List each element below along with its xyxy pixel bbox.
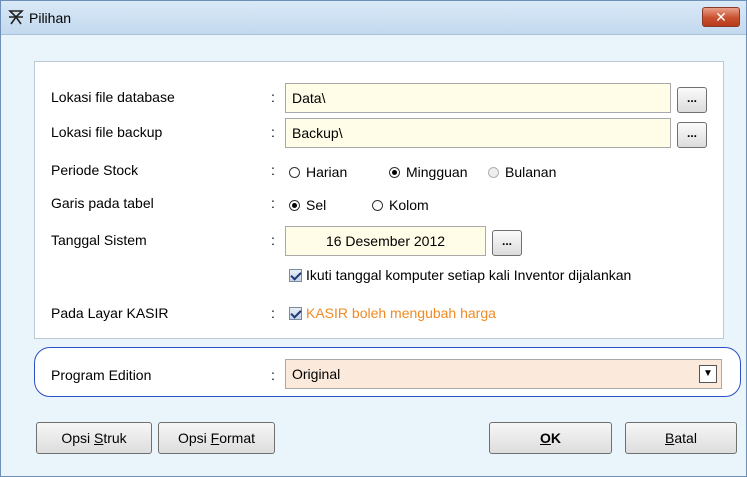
kasir-change-price-checkbox[interactable]: KASIR boleh mengubah harga bbox=[289, 305, 496, 321]
db-location-label: Lokasi file database bbox=[51, 89, 175, 105]
opsi-format-button[interactable]: Opsi Format bbox=[158, 422, 275, 454]
checkbox-checked-icon bbox=[289, 268, 302, 282]
button-label: Opsi bbox=[177, 430, 211, 446]
stock-period-mingguan-radio[interactable]: Mingguan bbox=[389, 164, 468, 180]
opsi-struk-button[interactable]: Opsi Struk bbox=[36, 422, 152, 454]
colon: : bbox=[271, 367, 275, 383]
colon: : bbox=[271, 305, 275, 321]
kasir-screen-label: Pada Layar KASIR bbox=[51, 305, 169, 321]
kasir-change-price-label: KASIR boleh mengubah harga bbox=[306, 305, 496, 321]
radio-label: Harian bbox=[306, 164, 348, 180]
radio-label: Sel bbox=[306, 197, 327, 213]
table-lines-kolom-radio[interactable]: Kolom bbox=[372, 197, 429, 213]
radio-label: Kolom bbox=[389, 197, 429, 213]
window-title: Pilihan bbox=[29, 10, 72, 26]
follow-computer-date-checkbox[interactable]: Ikuti tanggal komputer setiap kali Inven… bbox=[289, 267, 631, 283]
db-browse-button[interactable]: ... bbox=[677, 87, 707, 113]
stock-period-label: Periode Stock bbox=[51, 162, 139, 178]
radio-button-selected-icon bbox=[389, 166, 400, 178]
program-edition-select[interactable]: Original ▼ bbox=[285, 359, 722, 389]
radio-label: Mingguan bbox=[406, 164, 468, 180]
backup-browse-button[interactable]: ... bbox=[677, 122, 707, 148]
backup-location-label: Lokasi file backup bbox=[51, 124, 163, 140]
checkbox-checked-icon bbox=[289, 306, 302, 320]
dropdown-arrow-icon[interactable]: ▼ bbox=[699, 365, 717, 383]
stock-period-bulanan-radio[interactable]: Bulanan bbox=[488, 164, 556, 180]
options-dialog: Pilihan ✕ Lokasi file database : Data\ .… bbox=[0, 0, 747, 477]
ok-button[interactable]: OK bbox=[489, 422, 612, 454]
title-bar[interactable]: Pilihan ✕ bbox=[1, 1, 746, 35]
backup-location-input[interactable]: Backup\ bbox=[285, 118, 671, 148]
batal-button[interactable]: Batal bbox=[625, 422, 737, 454]
button-label: K bbox=[550, 430, 561, 446]
stock-period-harian-radio[interactable]: Harian bbox=[289, 164, 347, 180]
radio-button-icon bbox=[488, 166, 499, 178]
radio-button-icon bbox=[289, 166, 300, 178]
radio-button-selected-icon bbox=[289, 199, 300, 211]
table-lines-sel-radio[interactable]: Sel bbox=[289, 197, 326, 213]
button-accelerator: O bbox=[539, 430, 551, 446]
radio-label: Bulanan bbox=[505, 164, 557, 180]
colon: : bbox=[271, 89, 275, 105]
button-label: Opsi bbox=[61, 430, 94, 446]
button-accelerator: B bbox=[665, 430, 675, 446]
table-lines-label: Garis pada tabel bbox=[51, 195, 154, 211]
program-edition-value: Original bbox=[292, 366, 341, 382]
button-label: atal bbox=[674, 430, 697, 446]
date-picker-button[interactable]: ... bbox=[492, 230, 522, 256]
db-location-input[interactable]: Data\ bbox=[285, 83, 671, 113]
button-accelerator: F bbox=[210, 430, 220, 446]
button-label: ormat bbox=[219, 430, 256, 446]
program-edition-label: Program Edition bbox=[51, 367, 152, 383]
system-date-label: Tanggal Sistem bbox=[51, 232, 147, 248]
close-button[interactable]: ✕ bbox=[702, 7, 740, 27]
button-label: truk bbox=[103, 430, 127, 446]
colon: : bbox=[271, 195, 275, 211]
colon: : bbox=[271, 162, 275, 178]
app-icon bbox=[8, 10, 24, 25]
radio-button-icon bbox=[372, 199, 383, 211]
colon: : bbox=[271, 232, 275, 248]
follow-computer-date-label: Ikuti tanggal komputer setiap kali Inven… bbox=[306, 267, 632, 283]
colon: : bbox=[271, 124, 275, 140]
close-icon: ✕ bbox=[715, 9, 727, 25]
button-accelerator: S bbox=[94, 430, 104, 446]
system-date-input[interactable]: 16 Desember 2012 bbox=[285, 226, 486, 256]
